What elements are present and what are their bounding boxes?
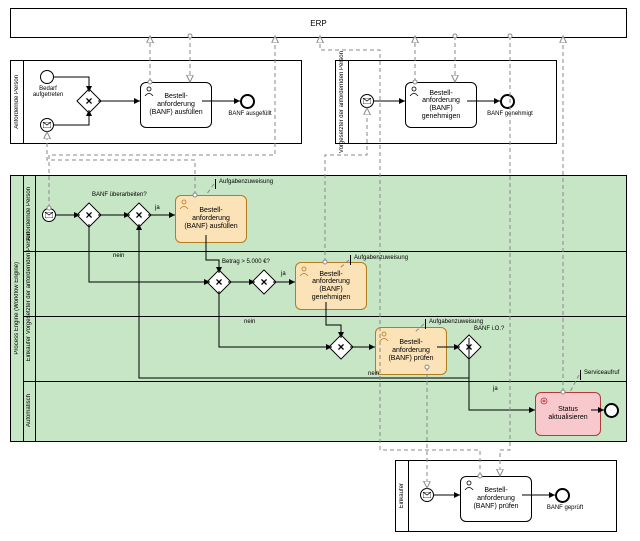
gateway-pe-g2: × — [130, 206, 148, 224]
user-icon — [464, 480, 474, 490]
task-pe-approve-label: Bestell- anforderung (BANF) genehmigen — [300, 271, 362, 302]
task-pe-check: Bestell- anforderung (BANF) prüfen — [375, 327, 447, 375]
message-icon — [363, 98, 371, 104]
task-pe-fill: Bestell- anforderung (BANF) ausfüllen — [175, 195, 247, 243]
event-pe-end — [604, 403, 619, 418]
task-vg-approve: Bestell- anforderung (BANF) genehmigen — [405, 82, 477, 128]
message-icon — [43, 122, 51, 128]
annotation-3: Aufgabenzuweisung — [425, 319, 483, 329]
user-icon — [179, 199, 189, 209]
task-pe-check-label: Bestell- anforderung (BANF) prüfen — [380, 339, 442, 362]
gateway-pe-g6: × — [460, 338, 478, 356]
annotation-4: Serviceaufruf — [580, 370, 619, 380]
event-vg-start — [360, 94, 374, 108]
message-icon — [423, 492, 431, 498]
gateway-pe-g1: × — [80, 206, 98, 224]
user-icon — [299, 266, 309, 276]
task-pe-status: Status aktualisieren — [535, 392, 601, 436]
user-icon — [409, 86, 419, 96]
user-icon — [379, 331, 389, 341]
label-ja-2: ja — [281, 271, 286, 277]
event-vg-end-label: BANF genehmigt — [482, 111, 538, 117]
pool-vorgesetzter-label: Vorgesetzter der anfordernden Person — [339, 51, 345, 153]
pool-erp: ERP — [10, 8, 627, 38]
lane-automatisch-label: Automatisch — [26, 394, 32, 427]
pool-engine-label: Process Engine (Workflow Engine) — [14, 262, 20, 355]
event-pe-start — [42, 208, 56, 222]
gateway-ap-merge: × — [80, 92, 98, 110]
pool-erp-label: ERP — [310, 19, 326, 28]
event-vg-end — [500, 94, 515, 109]
event-ek-end-label: BANF geprüft — [540, 505, 590, 511]
task-pe-status-label: Status aktualisieren — [540, 406, 596, 421]
event-ap-start1 — [40, 70, 54, 84]
event-ap-end-label: BANF ausgefüllt — [222, 111, 278, 117]
label-nein-3: nein — [368, 371, 379, 377]
task-pe-fill-label: Bestell- anforderung (BANF) ausfüllen — [180, 207, 242, 230]
event-ap-end — [240, 94, 255, 109]
task-pe-approve: Bestell- anforderung (BANF) genehmigen — [295, 262, 367, 310]
gateway-pe-g3: × — [210, 273, 228, 291]
gateway-pe-g5: × — [332, 338, 350, 356]
task-ek-check: Bestell- anforderung (BANF) prüfen — [460, 476, 532, 522]
lane-einkaeufer-label: Einkäufer — [26, 336, 32, 361]
bpmn-diagram: ERP Anfordernde Person Bedarf aufgetrete… — [0, 0, 640, 541]
event-ek-start — [420, 488, 434, 502]
annotation-1: Aufgabenzuweisung — [215, 179, 273, 189]
label-nein-1: nein — [113, 253, 124, 259]
gateway-pe-g4: × — [255, 273, 273, 291]
gateway-pe-g1-label: BANF überarbeiten? — [92, 192, 147, 198]
task-ap-fill-label: Bestell- anforderung (BANF) ausfüllen — [145, 93, 207, 116]
event-ap-start2 — [40, 118, 54, 132]
label-nein-2: nein — [244, 319, 255, 325]
task-ap-fill: Bestell- anforderung (BANF) ausfüllen — [140, 82, 212, 128]
gear-icon — [539, 396, 549, 406]
annotation-2: Aufgabenzuweisung — [350, 255, 408, 265]
gateway-pe-g3-label: Betrag > 5.000 €? — [222, 259, 270, 265]
pool-anfordernde-label: Anfordernde Person — [14, 75, 20, 129]
pool-einkaeufer-label: Einkäufer — [399, 483, 405, 508]
user-icon — [144, 86, 154, 96]
label-ja-3: ja — [493, 386, 498, 392]
label-ja-1: ja — [155, 205, 160, 211]
task-ek-check-label: Bestell- anforderung (BANF) prüfen — [465, 487, 527, 510]
event-ek-end — [555, 488, 570, 503]
event-ap-start1-label: Bedarf aufgetreten — [28, 86, 68, 98]
task-vg-approve-label: Bestell- anforderung (BANF) genehmigen — [410, 90, 472, 121]
message-icon — [45, 212, 53, 218]
